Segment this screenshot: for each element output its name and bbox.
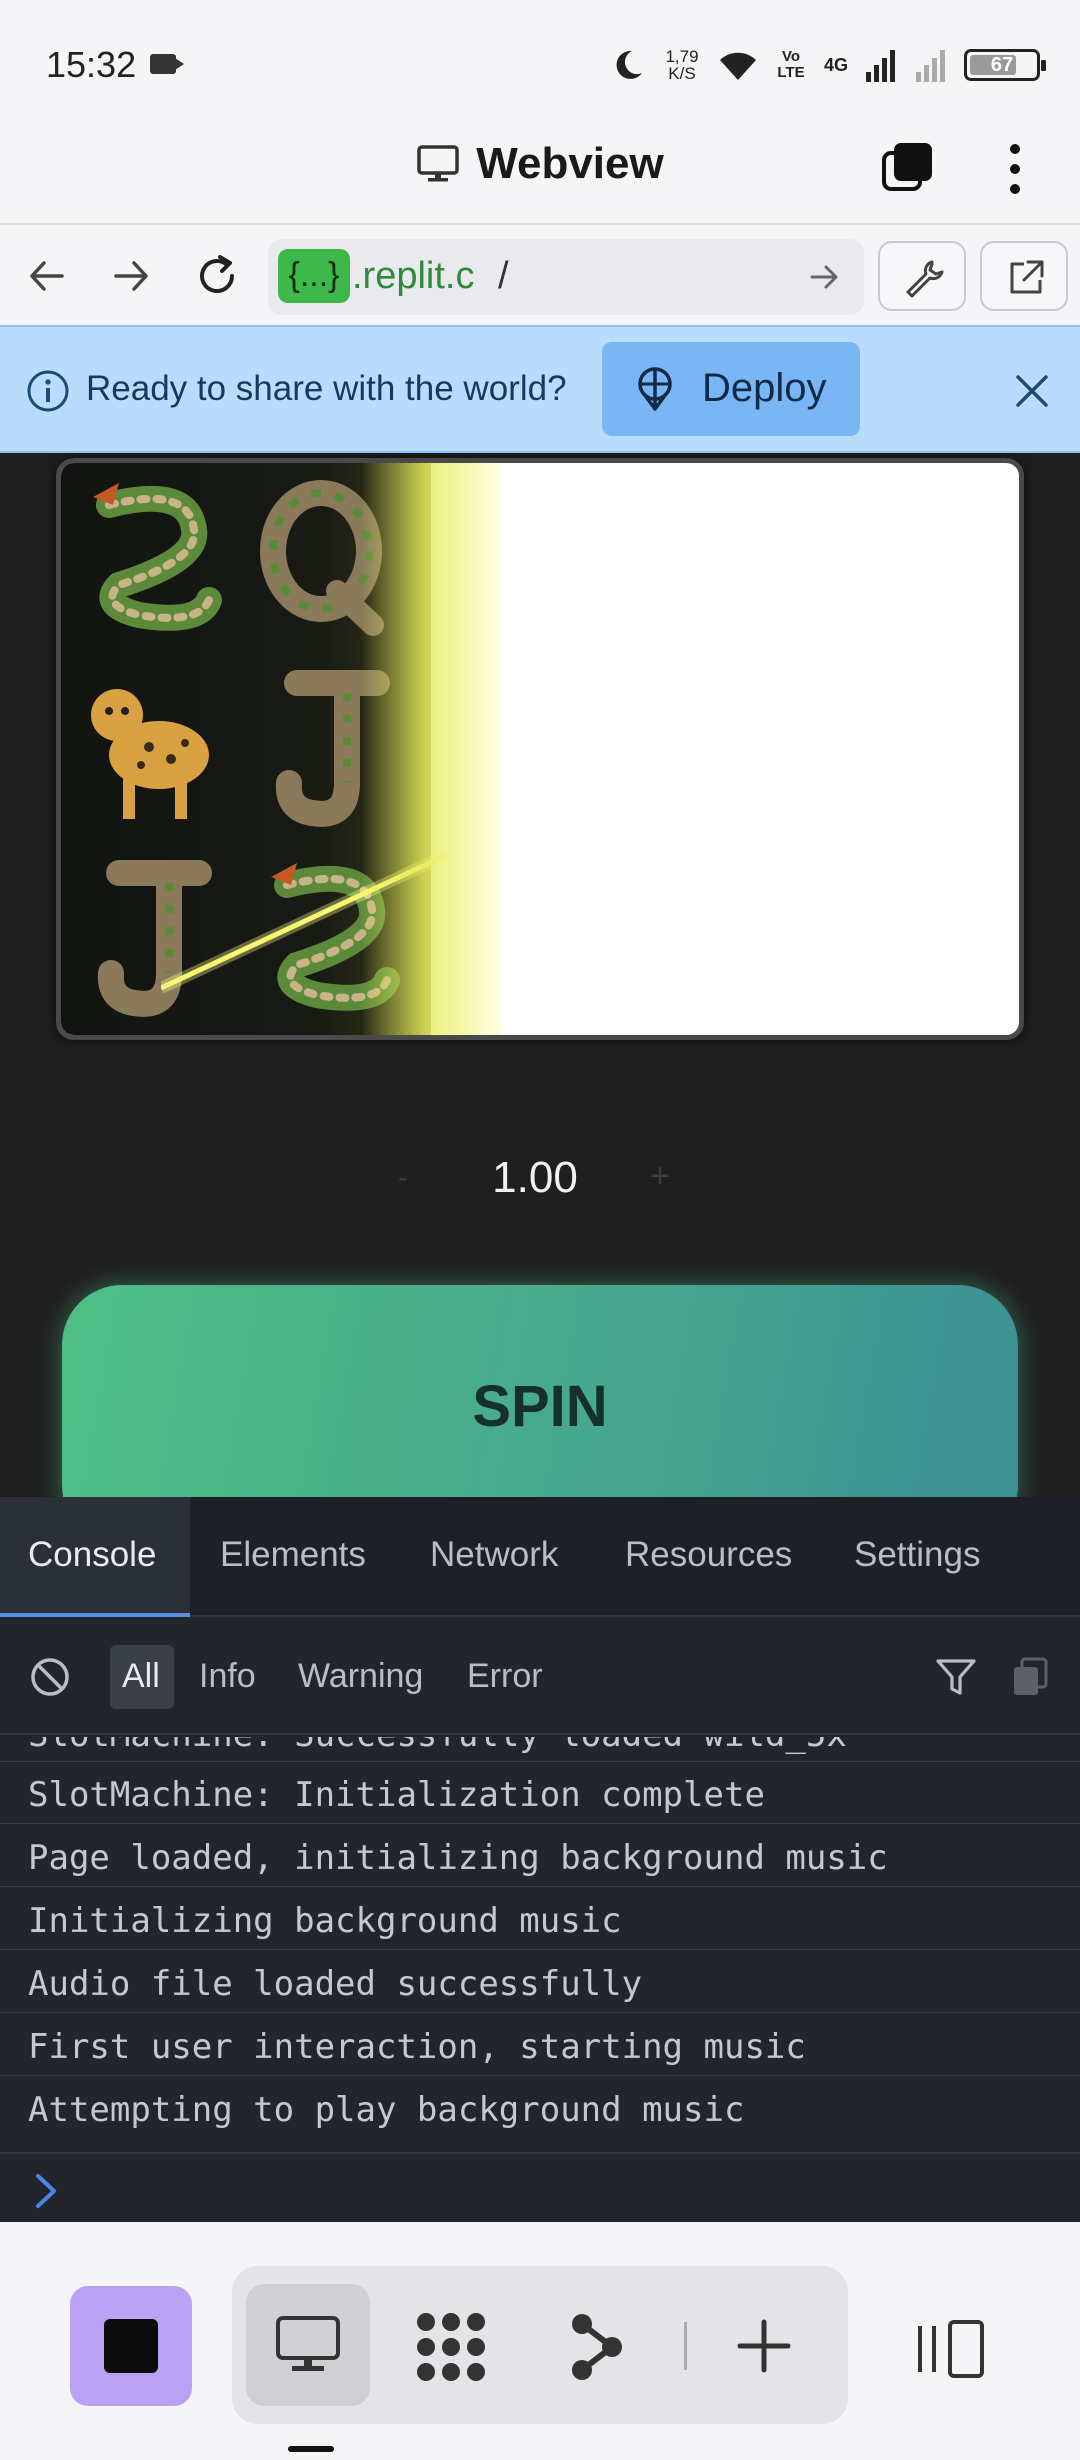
filter-error[interactable]: Error [467,1657,543,1696]
deploy-button[interactable]: Deploy [602,342,860,436]
net-speed: 1,79 K/S [665,47,699,83]
add-icon[interactable] [736,2318,792,2374]
webview-icon [276,2316,340,2371]
log-line: Page loaded, initializing background mus… [28,1838,888,1878]
home-indicator [288,2446,334,2452]
panels-icon[interactable] [912,2318,988,2380]
reel-glow [361,463,501,1035]
filter-icon[interactable] [934,1655,978,1699]
reload-icon[interactable] [190,249,244,303]
copy-log-icon[interactable] [1008,1655,1052,1699]
slot-reels [56,458,1024,1040]
log-divider [0,2075,1080,2076]
bottom-toolbar [0,2222,1080,2460]
wrench-icon [906,260,944,298]
log-line: Audio file loaded successfully [28,1964,643,2004]
log-divider [0,1949,1080,1950]
network-type: 4G [823,54,848,75]
close-icon[interactable] [1010,369,1054,413]
screen-record-icon [150,54,184,74]
filter-info[interactable]: Info [199,1657,256,1696]
status-bar: 15:32 1,79 K/S Vo LTE 4G 67 [0,0,1080,125]
webview-tool-button[interactable] [246,2284,370,2406]
battery-icon: 67 [964,49,1046,81]
header-title-text: Webview [476,139,664,188]
bet-increase-button[interactable]: + [650,1157,670,1196]
deploy-banner: Ready to share with the world? Deploy [0,325,1080,453]
log-line: Initializing background music [28,1901,622,1941]
spin-button[interactable]: SPIN [62,1285,1018,1498]
tab-console[interactable]: Console [28,1535,156,1575]
volte-indicator: Vo LTE [777,48,805,81]
clear-console-icon[interactable] [28,1655,72,1699]
tab-elements[interactable]: Elements [220,1535,366,1575]
tab-network[interactable]: Network [430,1535,558,1575]
game-area: - 1.00 + SPIN [0,453,1080,1498]
stop-icon [104,2319,158,2373]
devtools-tabs: Console Elements Network Resources Setti… [0,1497,1080,1617]
devtools-panel: Console Elements Network Resources Setti… [0,1497,1080,2222]
info-icon [27,370,69,412]
console-log: SlotMachine: Successfully loaded wild_5x… [0,1737,1080,2147]
status-time: 15:32 [46,44,137,85]
deploy-message: Ready to share with the world? [86,369,567,408]
deploy-icon [638,367,672,411]
bet-amount: 1.00 [492,1153,578,1202]
bet-decrease-button[interactable]: - [398,1161,408,1195]
url-host: .replit.c [352,255,475,297]
jaguar-symbol [91,689,209,819]
tab-resources[interactable]: Resources [625,1535,792,1575]
open-external-button[interactable] [980,241,1068,311]
app-header: Webview [0,125,1080,225]
serpent-symbol [93,483,222,631]
moon-icon [616,50,642,79]
git-icon[interactable] [568,2310,624,2384]
log-line: Attempting to play background music [28,2090,745,2130]
kebab-menu-icon[interactable] [1000,137,1030,201]
tool-group [232,2266,848,2424]
log-divider [0,1823,1080,1824]
signal-icon [866,50,895,82]
filter-all[interactable]: All [122,1657,160,1696]
url-toolbar: {...} .replit.c / [0,227,1080,325]
apps-icon[interactable] [412,2310,490,2384]
console-input[interactable] [0,2152,1080,2222]
log-divider [0,1761,1080,1762]
stop-button[interactable] [70,2286,192,2406]
filter-warning[interactable]: Warning [298,1657,423,1696]
spin-label: SPIN [472,1374,608,1439]
go-arrow-icon[interactable] [804,257,844,297]
log-line: First user interaction, starting music [28,2027,806,2067]
open-external-icon [1010,260,1044,294]
log-divider [0,1886,1080,1887]
back-arrow-icon[interactable] [22,251,72,301]
copy-icon[interactable] [880,139,936,195]
url-path[interactable]: / [498,255,509,298]
forward-arrow-icon[interactable] [106,251,156,301]
tab-settings[interactable]: Settings [854,1535,980,1575]
signal-icon-2 [916,50,945,82]
devtools-button[interactable] [878,241,966,311]
status-indicators: 1,79 K/S Vo LTE 4G 67 [610,40,1046,90]
tool-divider [684,2322,687,2370]
wifi-icon [719,52,756,80]
url-badge: {...} [278,249,350,303]
deploy-label: Deploy [702,366,827,410]
console-filter-row: All Info Warning Error [0,1619,1080,1735]
log-divider [0,2012,1080,2013]
prompt-chevron-icon [36,2174,56,2208]
log-line: SlotMachine: Initialization complete [28,1775,765,1815]
monitor-icon [417,145,459,182]
log-line: SlotMachine: Successfully loaded wild_5x [28,1737,847,1755]
